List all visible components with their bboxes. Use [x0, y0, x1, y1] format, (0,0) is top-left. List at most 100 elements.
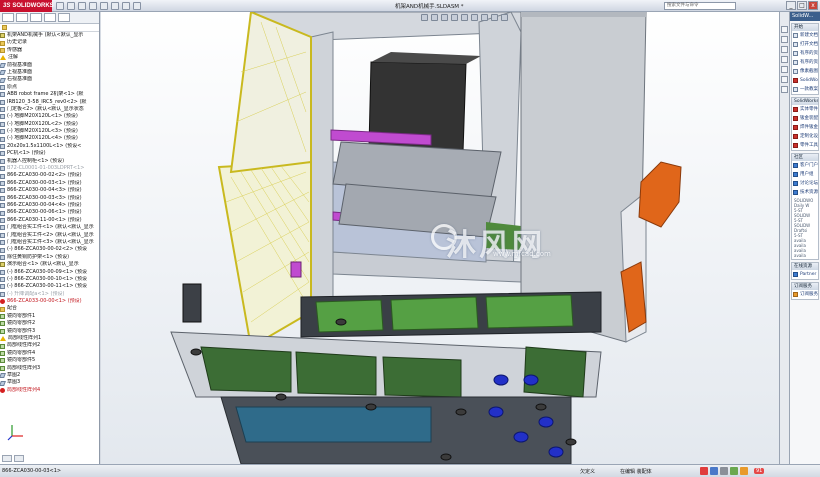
- tree-item[interactable]: 866-ZCA030-00-03<3> (预设): [0, 195, 99, 202]
- tree-item[interactable]: ABB robot frame 2机架<1> (默: [0, 91, 99, 98]
- tree-item[interactable]: 注解: [0, 54, 99, 61]
- tree-item[interactable]: 草图2: [0, 372, 99, 379]
- tree-item[interactable]: 镜向零部件3: [0, 328, 99, 335]
- view-orientation-icon[interactable]: [461, 14, 468, 21]
- pcb-board-2[interactable]: [390, 296, 479, 331]
- tree-item[interactable]: (-) 地脚M20X120L<3> (预设): [0, 128, 99, 135]
- input-method-icon[interactable]: [700, 467, 708, 475]
- appearances-icon[interactable]: [781, 76, 788, 83]
- tree-item[interactable]: 20x20x1.5x1100L<1> (预设<: [0, 143, 99, 150]
- file-explorer-icon[interactable]: [781, 56, 788, 63]
- safety-mesh-guard[interactable]: [217, 160, 312, 349]
- configuration-tab[interactable]: [30, 13, 42, 22]
- model-tab[interactable]: [2, 455, 12, 462]
- tree-item[interactable]: 866-ZCA030-00-02<2> (预设): [0, 172, 99, 179]
- tree-item[interactable]: 866-ZCA030-00-04<3> (预设): [0, 187, 99, 194]
- task-pane-link[interactable]: 打开文档: [792, 40, 818, 49]
- notification-badge[interactable]: 91: [754, 468, 765, 474]
- task-pane-link[interactable]: 一款教案: [792, 85, 818, 94]
- task-pane-link[interactable]: SolidWo: [792, 76, 818, 85]
- tree-item[interactable]: (-) 866-ZCA030-00-10<1> (预设: [0, 276, 99, 283]
- tree-filter[interactable]: [0, 24, 99, 32]
- graphics-area[interactable]: 沐风网 www.mfcad.com: [101, 12, 779, 464]
- tree-item[interactable]: 历史记录: [0, 39, 99, 46]
- appearance-icon[interactable]: [491, 14, 498, 21]
- task-pane-link[interactable]: 实体零件: [792, 105, 818, 114]
- zoom-area-icon[interactable]: [431, 14, 438, 21]
- tree-item[interactable]: 镜向零部件2: [0, 320, 99, 327]
- undo-icon[interactable]: [100, 1, 108, 10]
- search-input[interactable]: 搜索文件与命令: [664, 2, 736, 10]
- rebuild-icon[interactable]: [122, 1, 130, 10]
- tree-item[interactable]: 门框组合实工件<3> (默认<默认_显示: [0, 239, 99, 246]
- news-line[interactable]: availa: [794, 253, 816, 258]
- pcb-board-3[interactable]: [485, 294, 574, 329]
- tool-icon[interactable]: [730, 467, 738, 475]
- task-pane-link[interactable]: 有序的资源: [792, 58, 818, 67]
- minimize-button[interactable]: _: [786, 1, 796, 10]
- tree-item[interactable]: 镜向零部件4: [0, 350, 99, 357]
- frame-left-post[interactable]: [310, 31, 334, 313]
- tree-item[interactable]: (-) 地脚M20X120L<2> (预设): [0, 121, 99, 128]
- display-manager-tab[interactable]: [58, 13, 70, 22]
- tree-item[interactable]: 866-ZCA030-11-00<1> (预设): [0, 217, 99, 224]
- feature-tree-tab[interactable]: [2, 13, 14, 22]
- tree-item[interactable]: 866-ZCA030-00-03<1> (预设): [0, 180, 99, 187]
- user-icon[interactable]: [740, 467, 748, 475]
- open-icon[interactable]: [67, 1, 75, 10]
- tree-item[interactable]: 演示组合<1> (默认<默认_显示: [0, 261, 99, 268]
- print-icon[interactable]: [89, 1, 97, 10]
- task-pane-link[interactable]: 订阅服务: [792, 290, 818, 299]
- custom-properties-icon[interactable]: [781, 86, 788, 93]
- task-pane-link[interactable]: 讨论论坛: [792, 179, 818, 188]
- tree-item[interactable]: 配合: [0, 305, 99, 312]
- tree-item[interactable]: 前视基准面: [0, 62, 99, 69]
- task-pane-link[interactable]: 用户组: [792, 170, 818, 179]
- section-title[interactable]: 社区: [792, 154, 818, 161]
- tree-item[interactable]: B72-CL0001-01-003LDPRT<1>: [0, 165, 99, 172]
- tree-item[interactable]: 局部线性阵列4: [0, 387, 99, 394]
- task-pane-link[interactable]: 钣金装配: [792, 114, 818, 123]
- maximize-button[interactable]: □: [797, 1, 807, 10]
- pcb-board-4[interactable]: [200, 346, 292, 393]
- property-manager-tab[interactable]: [16, 13, 28, 22]
- hide-show-icon[interactable]: [481, 14, 488, 21]
- keyboard-icon[interactable]: [720, 467, 728, 475]
- tree-item[interactable]: 门定板<2> (默认<默认_显示状态: [0, 106, 99, 113]
- tree-item[interactable]: (-) 866-ZCA030-00-09<1> (预设: [0, 269, 99, 276]
- task-pane-link[interactable]: 零件工具: [792, 141, 818, 150]
- section-title[interactable]: SolidWorks: [792, 98, 818, 105]
- tree-item[interactable]: (-) 地脚M20X120L<1> (预设): [0, 113, 99, 120]
- task-pane-link[interactable]: 像素截图: [792, 67, 818, 76]
- tree-item[interactable]: 原点: [0, 84, 99, 91]
- robot-arm[interactable]: [638, 161, 682, 228]
- tree-item[interactable]: (-) 866-ZCA030-00-02<2> (预设: [0, 246, 99, 253]
- tree-item[interactable]: 局部线性阵列3: [0, 365, 99, 372]
- resources-tab-icon[interactable]: [781, 36, 788, 43]
- tree-item[interactable]: 866-ZCA033-00-00<1> (预设): [0, 298, 99, 305]
- new-icon[interactable]: [56, 1, 64, 10]
- view-palette-icon[interactable]: [781, 66, 788, 73]
- display-style-icon[interactable]: [471, 14, 478, 21]
- options-icon[interactable]: [133, 1, 141, 10]
- tree-item[interactable]: 局部线性阵列1: [0, 335, 99, 342]
- tree-item[interactable]: 镜向零部件5: [0, 357, 99, 364]
- tree-item[interactable]: 镜向零部件1: [0, 313, 99, 320]
- tree-item[interactable]: 上视基准面: [0, 69, 99, 76]
- task-pane-link[interactable]: 焊件钣金: [792, 123, 818, 132]
- tree-item[interactable]: 传感器: [0, 47, 99, 54]
- section-title[interactable]: 开始: [792, 24, 818, 31]
- motion-study-tab[interactable]: [14, 455, 24, 462]
- scene-icon[interactable]: [501, 14, 508, 21]
- tree-item[interactable]: (-) 866-ZCA030-00-11<1> (预设: [0, 283, 99, 290]
- network-icon[interactable]: [710, 467, 718, 475]
- previous-view-icon[interactable]: [441, 14, 448, 21]
- pcb-board-6[interactable]: [382, 356, 462, 398]
- task-pane-link[interactable]: 客户门户: [792, 161, 818, 170]
- pcb-board-7[interactable]: [523, 346, 587, 398]
- tree-item[interactable]: IRB120_3-58_IRC5_rev0<2> (默: [0, 99, 99, 106]
- tree-item[interactable]: 机器人控制柜<1> (预设): [0, 158, 99, 165]
- task-pane-link[interactable]: 定制化设计: [792, 132, 818, 141]
- tree-item[interactable]: 门框组合实工件<1> (默认<默认_显示: [0, 224, 99, 231]
- tree-item[interactable]: 局部线性阵列2: [0, 342, 99, 349]
